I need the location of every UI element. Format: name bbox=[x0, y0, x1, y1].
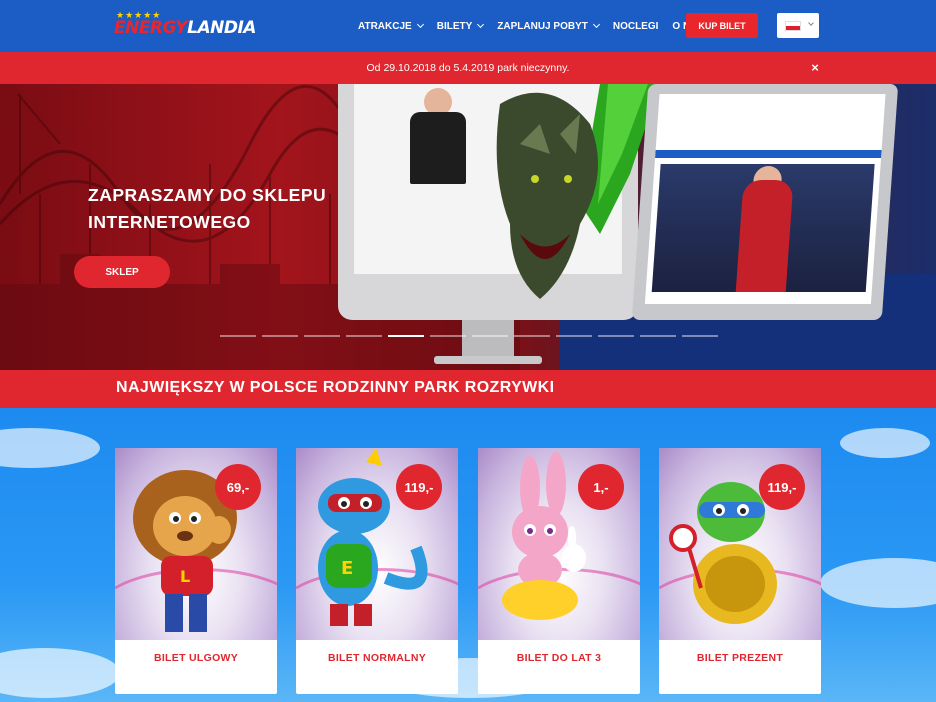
price-badge: 69,- bbox=[215, 464, 261, 510]
slider-dot[interactable] bbox=[682, 335, 718, 337]
close-icon[interactable]: × bbox=[808, 61, 822, 75]
slider-dot-active[interactable] bbox=[388, 335, 424, 337]
section-title: NAJWIĘKSZY W POLSCE RODZINNY PARK ROZRYW… bbox=[116, 379, 555, 396]
slider-dot[interactable] bbox=[220, 335, 256, 337]
section-title-bar: NAJWIĘKSZY W POLSCE RODZINNY PARK ROZRYW… bbox=[0, 370, 936, 408]
ticket-card-normalny[interactable]: E 119,- BILET NORMALNY bbox=[296, 448, 458, 694]
energylandia-logo[interactable]: ★★★★★ ENERGYLANDIA bbox=[114, 10, 284, 40]
hero-title: ZAPRASZAMY DO SKLEPU INTERNETOWEGO bbox=[88, 185, 327, 232]
pl-flag-icon bbox=[785, 21, 801, 31]
slider-pagination bbox=[220, 335, 724, 337]
chevron-down-icon bbox=[592, 20, 600, 29]
slider-dot[interactable] bbox=[430, 335, 466, 337]
closure-notice-bar: Od 29.10.2018 do 5.4.2019 park nieczynny… bbox=[0, 52, 936, 84]
nav-item-noclegi[interactable]: NOCLEGI bbox=[613, 21, 659, 32]
slider-dot[interactable] bbox=[640, 335, 676, 337]
nav-item-label: ZAPLANUJ POBYT bbox=[497, 20, 588, 32]
cloud-decoration bbox=[840, 428, 930, 458]
nav-item-bilety[interactable]: BILETY bbox=[436, 20, 485, 32]
language-selector[interactable] bbox=[777, 13, 819, 38]
price-badge: 119,- bbox=[396, 464, 442, 510]
ticket-card-do-lat-3[interactable]: 1,- BILET DO LAT 3 bbox=[478, 448, 640, 694]
nav-item-label: ATRAKCJE bbox=[358, 20, 412, 32]
slider-dot[interactable] bbox=[514, 335, 550, 337]
logo-wordmark: ENERGYLANDIA bbox=[114, 18, 256, 38]
cloud-decoration bbox=[0, 428, 100, 468]
laptop-image bbox=[631, 84, 899, 320]
nav-item-label: NOCLEGI bbox=[612, 20, 659, 32]
nav-item-zaplanuj-pobyt[interactable]: ZAPLANUJ POBYT bbox=[497, 20, 600, 32]
cloud-decoration bbox=[0, 648, 120, 698]
chevron-down-icon bbox=[808, 20, 814, 26]
slider-dot[interactable] bbox=[304, 335, 340, 337]
slider-dot[interactable] bbox=[556, 335, 592, 337]
slider-dot[interactable] bbox=[262, 335, 298, 337]
price-badge: 119,- bbox=[759, 464, 805, 510]
buy-ticket-button[interactable]: KUP BILET bbox=[686, 13, 758, 38]
price-badge: 1,- bbox=[578, 464, 624, 510]
chevron-down-icon bbox=[477, 20, 485, 29]
ticket-label: BILET PREZENT bbox=[696, 652, 784, 664]
ticket-label: BILET ULGOWY bbox=[153, 652, 239, 664]
chevron-down-icon bbox=[416, 20, 424, 29]
ticket-card-prezent[interactable]: 119,- BILET PREZENT bbox=[659, 448, 821, 694]
ticket-label: BILET NORMALNY bbox=[327, 652, 427, 664]
dragon-image bbox=[496, 84, 660, 299]
site-header: ★★★★★ ENERGYLANDIA ATRAKCJE BILETY ZAPLA… bbox=[0, 0, 936, 52]
svg-text:L: L bbox=[180, 567, 190, 586]
ticket-card-ulgowy[interactable]: L 69,- BILET ULGOWY bbox=[115, 448, 277, 694]
shop-button[interactable]: SKLEP bbox=[74, 256, 170, 288]
main-nav: ATRAKCJE BILETY ZAPLANUJ POBYT NOCLEGI O… bbox=[358, 0, 729, 52]
notice-text: Od 29.10.2018 do 5.4.2019 park nieczynny… bbox=[366, 62, 570, 74]
slider-dot[interactable] bbox=[472, 335, 508, 337]
slider-dot[interactable] bbox=[346, 335, 382, 337]
cloud-decoration bbox=[820, 558, 936, 608]
nav-item-atrakcje[interactable]: ATRAKCJE bbox=[358, 20, 424, 32]
slider-dot[interactable] bbox=[598, 335, 634, 337]
ticket-label: BILET DO LAT 3 bbox=[516, 652, 602, 664]
svg-text:E: E bbox=[341, 558, 353, 579]
hero-slider: ZAPRASZAMY DO SKLEPU INTERNETOWEGO SKLEP bbox=[0, 84, 936, 370]
nav-item-label: BILETY bbox=[436, 20, 473, 32]
